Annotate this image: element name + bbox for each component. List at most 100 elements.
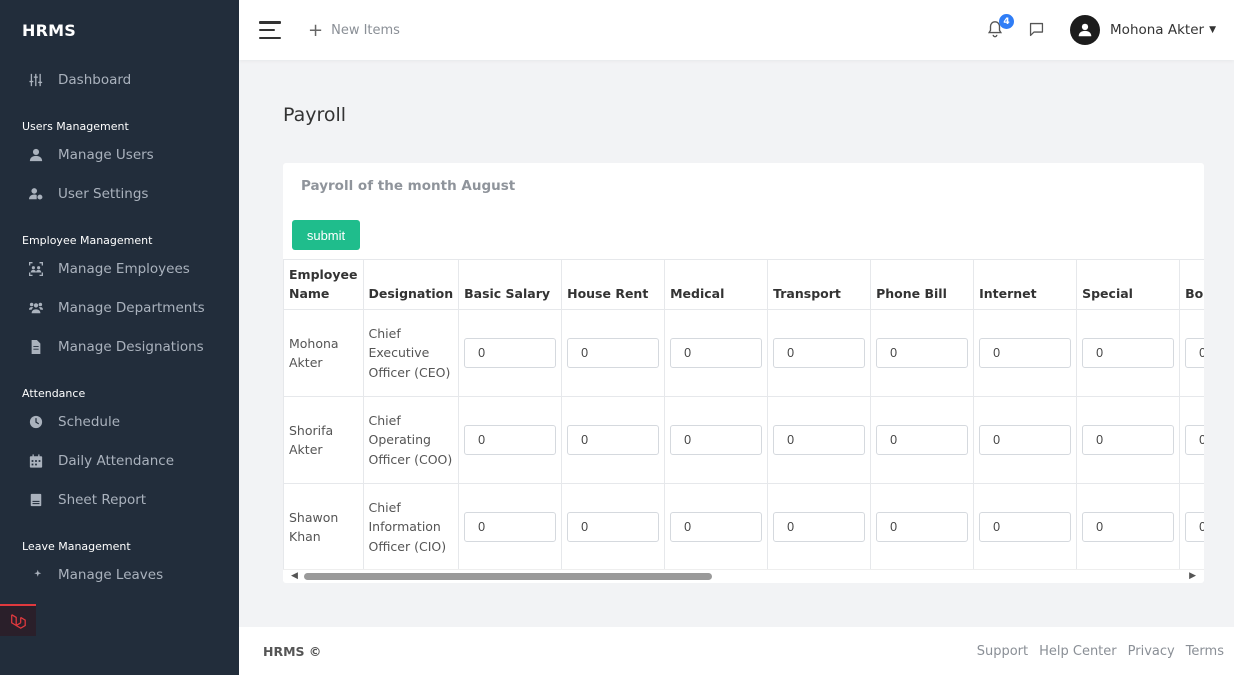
section-attendance: Attendance <box>22 387 86 400</box>
calendar-icon <box>25 453 47 468</box>
card-title: Payroll of the month August <box>301 177 516 194</box>
file-icon <box>25 339 47 354</box>
sidebar-item-label: Manage Employees <box>58 260 190 277</box>
internet-input[interactable] <box>979 512 1072 542</box>
sidebar-item-user-settings[interactable]: User Settings <box>0 174 239 213</box>
section-employee-management: Employee Management <box>22 234 153 247</box>
user-avatar-icon <box>1078 23 1092 37</box>
footer-link-terms[interactable]: Terms <box>1186 644 1224 659</box>
submit-button[interactable]: submit <box>292 220 360 250</box>
sidebar-item-label: Sheet Report <box>58 491 147 508</box>
special-input[interactable] <box>1082 512 1175 542</box>
transport-input[interactable] <box>773 425 866 455</box>
house-rent-input[interactable] <box>567 338 660 368</box>
header-house-rent: House Rent <box>561 259 666 310</box>
header-basic-salary: Basic Salary <box>458 259 563 310</box>
header-designation: Designation <box>362 259 460 310</box>
payroll-card: Payroll of the month August submit Emplo… <box>283 163 1204 583</box>
notification-badge: 4 <box>999 14 1015 29</box>
header-transport: Transport <box>767 259 872 310</box>
horizontal-scrollbar[interactable]: ◀ ▶ <box>283 569 1204 581</box>
user-icon <box>25 148 47 162</box>
sidebar-item-label: Manage Designations <box>58 338 204 355</box>
cell-designation: Chief Information Officer (CIO) <box>362 483 460 569</box>
user-menu[interactable]: Mohona Akter ▼ <box>1110 22 1216 38</box>
medical-input[interactable] <box>670 425 763 455</box>
payroll-table-scroll: Employee Name Designation Basic Salary H… <box>283 259 1204 569</box>
sidebar-item-manage-departments[interactable]: Manage Departments <box>0 288 239 327</box>
transport-input[interactable] <box>773 512 866 542</box>
sidebar-item-label: Daily Attendance <box>58 452 175 469</box>
sidebar-item-schedule[interactable]: Schedule <box>0 402 239 441</box>
laravel-debugbar-icon[interactable] <box>0 604 36 636</box>
sidebar-item-manage-employees[interactable]: Manage Employees <box>0 249 239 288</box>
id-scan-icon <box>25 261 47 276</box>
sparkle-icon <box>25 568 47 582</box>
scroll-left-arrow-icon[interactable]: ◀ <box>291 571 298 581</box>
phone-bill-input[interactable] <box>876 512 969 542</box>
transport-input[interactable] <box>773 338 866 368</box>
phone-bill-input[interactable] <box>876 338 969 368</box>
chevron-down-icon: ▼ <box>1209 25 1216 35</box>
sidebar-item-manage-users[interactable]: Manage Users <box>0 135 239 174</box>
internet-input[interactable] <box>979 425 1072 455</box>
header-bonus: Bonus <box>1179 259 1204 310</box>
sidebar-item-label: Manage Departments <box>58 299 205 316</box>
topbar-right: 4 Mohona Akter ▼ <box>986 14 1216 45</box>
user-name: Mohona Akter <box>1110 22 1205 38</box>
avatar[interactable] <box>1070 15 1101 45</box>
menu-toggle-icon[interactable] <box>259 21 281 39</box>
report-icon <box>25 493 47 507</box>
sidebar-item-label: Manage Leaves <box>58 566 164 583</box>
table-row: Mohona Akter Chief Executive Officer (CE… <box>283 309 1204 397</box>
sidebar: HRMS Dashboard Users Management Manage U… <box>0 0 239 675</box>
header-phone-bill: Phone Bill <box>870 259 975 310</box>
scroll-right-arrow-icon[interactable]: ▶ <box>1189 571 1196 581</box>
chat-icon <box>1029 22 1044 37</box>
special-input[interactable] <box>1082 338 1175 368</box>
notification-button[interactable]: 4 <box>986 14 1015 40</box>
cell-employee-name: Mohona Akter <box>283 309 364 397</box>
sidebar-item-label: User Settings <box>58 185 149 202</box>
users-group-icon <box>25 301 47 315</box>
section-leave-management: Leave Management <box>22 540 131 553</box>
table-row: Shorifa Akter Chief Operating Officer (C… <box>283 396 1204 484</box>
cell-designation: Chief Executive Officer (CEO) <box>362 309 460 397</box>
app-brand[interactable]: HRMS <box>0 0 239 60</box>
sidebar-item-dashboard[interactable]: Dashboard <box>0 60 239 99</box>
sidebar-item-manage-designations[interactable]: Manage Designations <box>0 327 239 366</box>
basic-salary-input[interactable] <box>464 512 557 542</box>
footer-link-help-center[interactable]: Help Center <box>1039 644 1117 659</box>
new-items-button[interactable]: + New Items <box>308 20 400 41</box>
scrollbar-thumb[interactable] <box>304 573 712 580</box>
bonus-input[interactable] <box>1185 338 1204 368</box>
basic-salary-input[interactable] <box>464 338 557 368</box>
footer-link-support[interactable]: Support <box>977 644 1028 659</box>
footer-link-privacy[interactable]: Privacy <box>1128 644 1175 659</box>
medical-input[interactable] <box>670 512 763 542</box>
user-cog-icon <box>25 187 47 201</box>
messages-button[interactable] <box>1028 21 1046 39</box>
house-rent-input[interactable] <box>567 512 660 542</box>
bonus-input[interactable] <box>1185 512 1204 542</box>
medical-input[interactable] <box>670 338 763 368</box>
bonus-input[interactable] <box>1185 425 1204 455</box>
cell-employee-name: Shorifa Akter <box>283 396 364 484</box>
table-header-row: Employee Name Designation Basic Salary H… <box>283 259 1204 310</box>
internet-input[interactable] <box>979 338 1072 368</box>
house-rent-input[interactable] <box>567 425 660 455</box>
header-medical: Medical <box>664 259 769 310</box>
phone-bill-input[interactable] <box>876 425 969 455</box>
cell-employee-name: Shawon Khan <box>283 483 364 569</box>
sidebar-item-manage-leaves[interactable]: Manage Leaves <box>0 555 239 594</box>
header-employee-name: Employee Name <box>283 259 364 310</box>
sidebar-item-sheet-report[interactable]: Sheet Report <box>0 480 239 519</box>
special-input[interactable] <box>1082 425 1175 455</box>
page-title: Payroll <box>283 104 347 126</box>
footer-links: Support Help Center Privacy Terms <box>966 644 1224 659</box>
new-items-label: New Items <box>331 22 400 38</box>
sidebar-item-daily-attendance[interactable]: Daily Attendance <box>0 441 239 480</box>
clock-icon <box>25 415 47 429</box>
basic-salary-input[interactable] <box>464 425 557 455</box>
footer: HRMS © Support Help Center Privacy Terms <box>239 627 1234 675</box>
